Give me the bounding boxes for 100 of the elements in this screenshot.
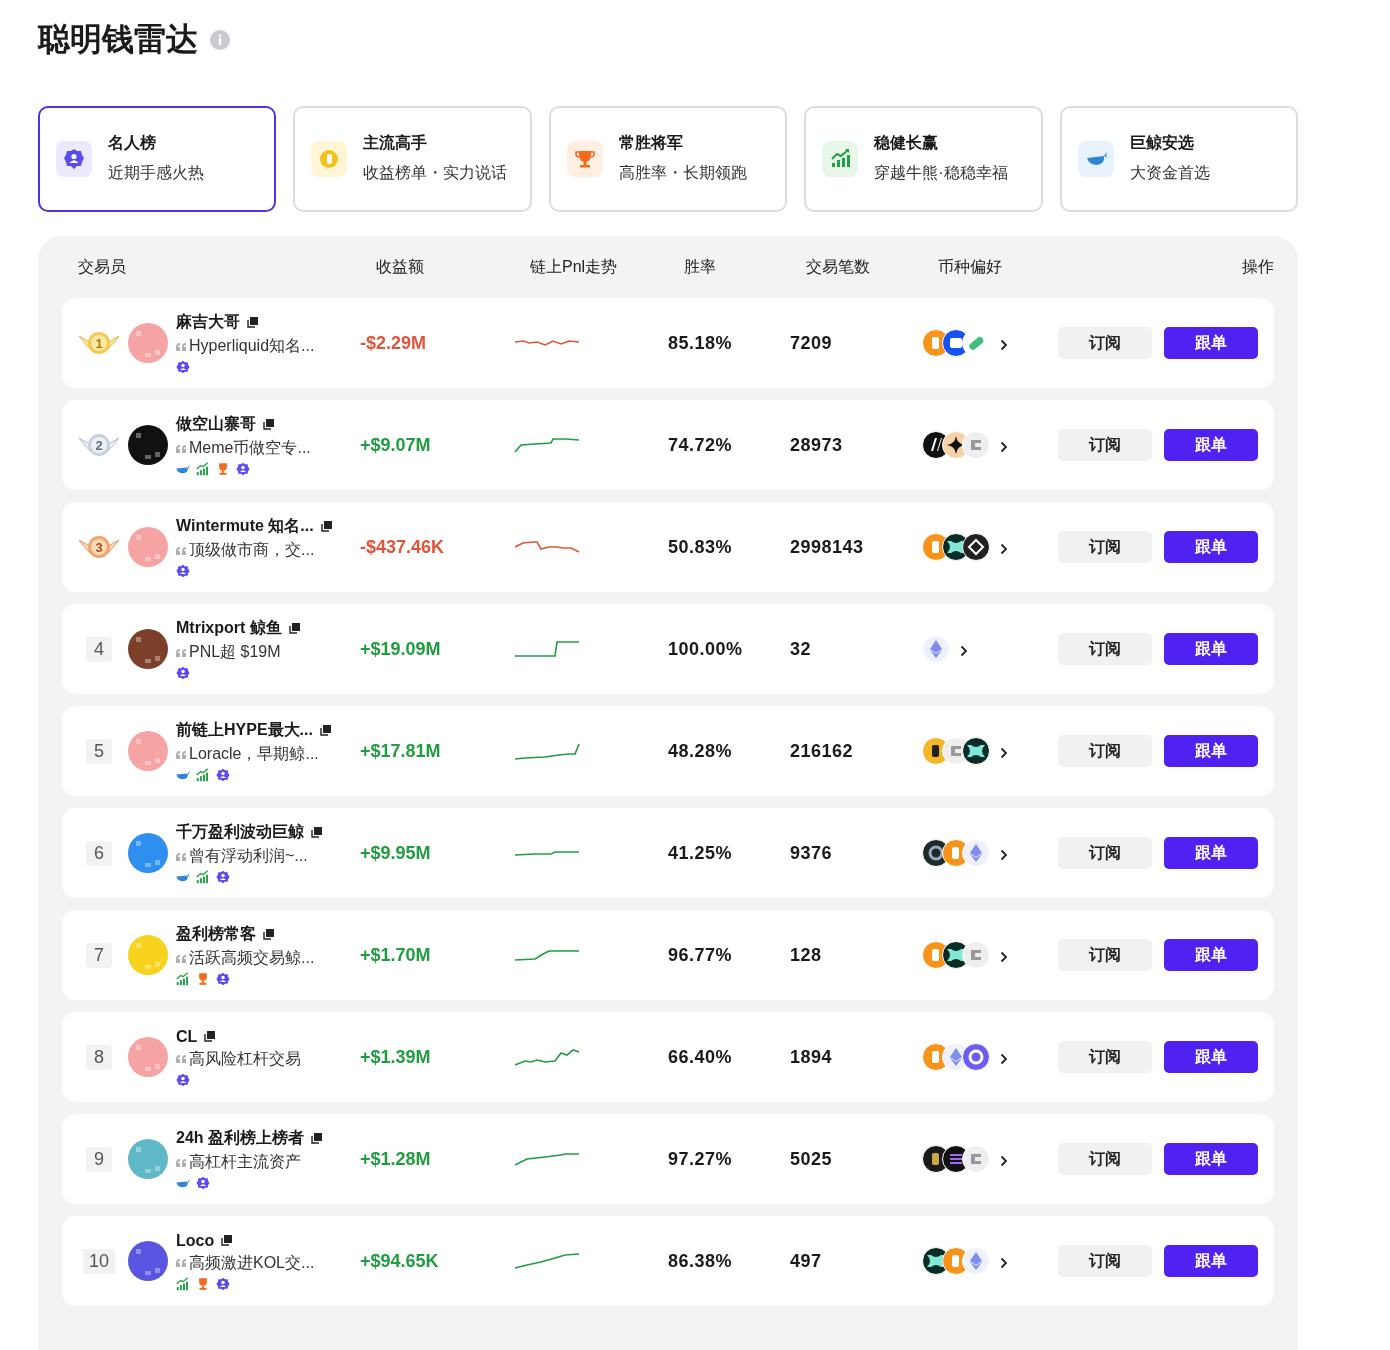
chevron-icon[interactable] xyxy=(1000,543,1008,555)
trader-bio: PNL超 $19M xyxy=(189,642,281,662)
copy-trade-button[interactable]: 跟单 xyxy=(1164,735,1258,767)
chevron-icon[interactable] xyxy=(1000,951,1008,963)
trader-row[interactable]: 8 CL 高风险杠杆交易 +$1.39M 66.40% 1894 订阅 跟单 xyxy=(62,1012,1274,1102)
rank-number: 10 xyxy=(83,1248,115,1274)
copy-icon[interactable] xyxy=(263,929,274,940)
trader-name[interactable]: CL xyxy=(176,1027,198,1046)
sparkline xyxy=(514,1048,580,1066)
subscribe-button[interactable]: 订阅 xyxy=(1058,735,1152,767)
copy-icon[interactable] xyxy=(311,1133,322,1144)
subscribe-button[interactable]: 订阅 xyxy=(1058,327,1152,359)
trader-name[interactable]: 盈利榜常客 xyxy=(176,924,256,945)
chevron-icon[interactable] xyxy=(1000,339,1008,351)
rank-number: 4 xyxy=(86,636,112,662)
trader-name[interactable]: 麻吉大哥 xyxy=(176,312,240,333)
copy-trade-button[interactable]: 跟单 xyxy=(1164,429,1258,461)
quote-icon xyxy=(176,546,186,555)
sparkline xyxy=(514,949,580,961)
category-tab[interactable]: 稳健长赢 穿越牛熊·稳稳幸福 xyxy=(804,106,1043,212)
badge-icon xyxy=(236,462,250,476)
quote-icon xyxy=(176,444,186,453)
category-tab[interactable]: 名人榜 近期手感火热 xyxy=(38,106,277,212)
chevron-icon[interactable] xyxy=(1000,1257,1008,1269)
trader-name[interactable]: 24h 盈利榜上榜者 xyxy=(176,1128,304,1149)
copy-trade-button[interactable]: 跟单 xyxy=(1164,1143,1258,1175)
badge-icon xyxy=(196,1176,210,1190)
chart-icon xyxy=(176,1276,190,1291)
trader-row[interactable]: 6 千万盈利波动巨鲸 曾有浮动利润~... +$9.95M 41.25% 9376 订阅 跟单 xyxy=(62,808,1274,898)
trader-bio: 高风险杠杆交易 xyxy=(189,1048,301,1069)
copy-icon[interactable] xyxy=(311,827,322,838)
trader-name[interactable]: 做空山寨哥 xyxy=(176,414,256,435)
trade-count: 216162 xyxy=(790,740,854,761)
category-tab[interactable]: 主流高手 收益榜单・实力说话 xyxy=(293,106,532,212)
win-rate: 74.72% xyxy=(668,434,733,455)
trader-name[interactable]: 千万盈利波动巨鲸 xyxy=(176,822,304,843)
copy-trade-button[interactable]: 跟单 xyxy=(1164,531,1258,563)
win-rate: 97.27% xyxy=(668,1148,733,1169)
category-subtitle: 大资金首选 xyxy=(1129,162,1210,183)
subscribe-button[interactable]: 订阅 xyxy=(1058,1041,1152,1073)
copy-trade-button[interactable]: 跟单 xyxy=(1164,327,1258,359)
chevron-icon[interactable] xyxy=(1000,849,1008,861)
category-tab[interactable]: 巨鲸安选 大资金首选 xyxy=(1059,106,1298,212)
trophy-icon xyxy=(566,141,603,177)
trader-row[interactable]: 10 Loco 高频激进KOL交... +$94.65K 86.38% 497 订阅 跟单 xyxy=(62,1216,1274,1306)
page-title: 聪明钱雷达 xyxy=(38,20,198,59)
chart-icon xyxy=(822,141,859,177)
quote-icon xyxy=(176,1158,186,1167)
column-header: 胜率 xyxy=(684,256,717,277)
trader-name[interactable]: Mtrixport 鲸鱼 xyxy=(176,618,282,639)
subscribe-button[interactable]: 订阅 xyxy=(1058,633,1152,665)
column-header: 链上Pnl走势 xyxy=(530,256,619,277)
copy-icon[interactable] xyxy=(221,1235,233,1246)
copy-icon[interactable] xyxy=(247,317,258,328)
subscribe-button[interactable]: 订阅 xyxy=(1058,429,1152,461)
subscribe-button[interactable]: 订阅 xyxy=(1058,531,1152,563)
trader-name[interactable]: 前链上HYPE最大... xyxy=(176,720,313,741)
subscribe-button[interactable]: 订阅 xyxy=(1058,1245,1152,1277)
pnl-value: +$17.81M xyxy=(360,740,441,761)
category-subtitle: 高胜率・长期领跑 xyxy=(618,162,747,183)
column-header: 操作 xyxy=(1241,256,1274,277)
pnl-value: +$19.09M xyxy=(360,638,441,659)
trader-name[interactable]: Wintermute 知名... xyxy=(176,516,314,537)
copy-trade-button[interactable]: 跟单 xyxy=(1164,1245,1258,1277)
chevron-icon[interactable] xyxy=(1000,1053,1008,1065)
copy-icon[interactable] xyxy=(320,521,332,532)
trader-name[interactable]: Loco xyxy=(176,1231,215,1250)
copy-trade-button[interactable]: 跟单 xyxy=(1164,633,1258,665)
trader-row[interactable]: 7 盈利榜常客 活跃高频交易鲸... +$1.70M 96.77% 128 订阅 跟单 xyxy=(62,910,1274,1000)
trader-bio: 曾有浮动利润~... xyxy=(189,846,308,866)
trader-row[interactable]: 5 前链上HYPE最大... Loracle，早期鲸... +$17.81M 48.28% 216162 订阅 跟单 xyxy=(62,706,1274,796)
chart-icon xyxy=(196,870,210,884)
copy-trade-button[interactable]: 跟单 xyxy=(1164,1041,1258,1073)
trader-row[interactable]: 2 做空山寨哥 Meme币做空专... +$9.07M 74.72% 28973 订阅 跟单 xyxy=(62,400,1274,490)
copy-trade-button[interactable]: 跟单 xyxy=(1164,939,1258,971)
chevron-icon[interactable] xyxy=(1000,747,1008,759)
category-title: 主流高手 xyxy=(363,132,429,153)
subscribe-button[interactable]: 订阅 xyxy=(1058,837,1152,869)
chevron-icon[interactable] xyxy=(1000,441,1008,453)
badge-icon xyxy=(176,1072,190,1087)
copy-trade-button[interactable]: 跟单 xyxy=(1164,837,1258,869)
win-rate: 50.83% xyxy=(668,536,733,557)
trader-row[interactable]: 9 24h 盈利榜上榜者 高杠杆主流资产 +$1.28M 97.27% 5025 订阅 跟单 xyxy=(62,1114,1274,1204)
subscribe-button[interactable]: 订阅 xyxy=(1058,1143,1152,1175)
pnl-value: +$1.39M xyxy=(360,1046,431,1067)
copy-icon[interactable] xyxy=(288,623,300,634)
trader-row[interactable]: 3 Wintermute 知名... 顶级做市商，交... -$437.46K 50.83% 2998143 订阅 跟单 xyxy=(62,502,1274,592)
subscribe-button[interactable]: 订阅 xyxy=(1058,939,1152,971)
trader-row[interactable]: 1 麻吉大哥 Hyperliquid知名... -$2.29M 85.18% 7209 订阅 跟单 xyxy=(62,298,1274,388)
trader-row[interactable]: 4 Mtrixport 鲸鱼 PNL超 $19M +$19.09M 100.00% 32 订阅 跟单 xyxy=(62,604,1274,694)
win-rate: 48.28% xyxy=(668,740,733,761)
chevron-icon[interactable] xyxy=(960,645,968,657)
chevron-icon[interactable] xyxy=(1000,1155,1008,1167)
copy-icon[interactable] xyxy=(204,1031,216,1042)
rank-number: 2 xyxy=(95,437,103,453)
copy-icon[interactable] xyxy=(319,725,331,736)
win-rate: 100.00% xyxy=(668,638,743,659)
trade-count: 128 xyxy=(790,944,822,965)
copy-icon[interactable] xyxy=(263,419,274,430)
category-tab[interactable]: 常胜将军 高胜率・长期领跑 xyxy=(548,106,788,212)
